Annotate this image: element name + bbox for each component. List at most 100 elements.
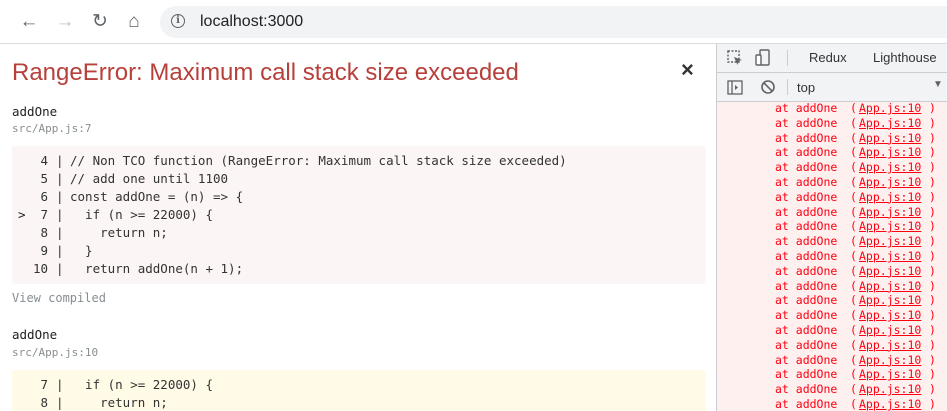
stack-frame-text: at addOne: [775, 308, 838, 323]
paren-open: (: [850, 396, 857, 411]
source-link[interactable]: App.js:10: [859, 293, 921, 308]
frame-location[interactable]: src/App.js:7: [12, 122, 91, 135]
source-link[interactable]: App.js:10: [859, 219, 921, 234]
source-link[interactable]: App.js:10: [859, 190, 921, 205]
source-link[interactable]: App.js:10: [859, 102, 921, 116]
console-error-line: at addOne (App.js:10): [717, 190, 947, 205]
source-link[interactable]: App.js:10: [859, 175, 921, 190]
stack-frame-text: at addOne: [775, 352, 838, 367]
code-text: }: [70, 243, 93, 258]
console-error-line: at addOne (App.js:10): [717, 116, 947, 131]
tab-redux[interactable]: Redux: [809, 50, 847, 65]
line-number: 8: [40, 395, 48, 410]
current-line-marker: >: [18, 207, 26, 222]
paren-close: ): [929, 204, 936, 219]
source-link[interactable]: App.js:10: [859, 160, 921, 175]
line-number: 9: [40, 243, 48, 258]
code-text: // add one until 1100: [70, 171, 229, 186]
paren-close: ): [929, 263, 936, 278]
paren-open: (: [850, 367, 857, 382]
source-link[interactable]: App.js:10: [859, 205, 921, 220]
view-compiled-link[interactable]: View compiled: [12, 291, 106, 305]
paren-close: ): [929, 219, 936, 234]
toolbar-separator: [787, 79, 788, 95]
source-link[interactable]: App.js:10: [859, 367, 921, 382]
paren-open: (: [850, 102, 857, 115]
console-toolbar: top ▼: [717, 73, 947, 102]
code-line: >7 | if (n >= 22000) {: [12, 206, 706, 224]
source-link[interactable]: App.js:10: [859, 234, 921, 249]
paren-open: (: [850, 278, 857, 293]
device-toolbar-icon[interactable]: [755, 49, 773, 67]
source-link[interactable]: App.js:10: [859, 145, 921, 160]
paren-open: (: [850, 263, 857, 278]
console-error-line: at addOne (App.js:10): [717, 175, 947, 190]
inspect-element-icon[interactable]: [727, 50, 744, 67]
source-link[interactable]: App.js:10: [859, 338, 921, 353]
clear-console-icon[interactable]: [760, 79, 776, 95]
code-snippet: 4 | // Non TCO function (RangeError: Maxim…: [12, 146, 706, 284]
source-link[interactable]: App.js:10: [859, 279, 921, 294]
stack-frame-text: at addOne: [775, 382, 838, 397]
frame-location[interactable]: src/App.js:10: [12, 346, 98, 359]
reload-button[interactable]: ↻: [87, 9, 113, 35]
source-link[interactable]: App.js:10: [859, 323, 921, 338]
source-link[interactable]: App.js:10: [859, 116, 921, 131]
source-link[interactable]: App.js:10: [859, 382, 921, 397]
paren-close: ): [929, 160, 936, 175]
console-error-line: at addOne (App.js:10): [717, 160, 947, 175]
console-error-line: at addOne (App.js:10): [717, 308, 947, 323]
code-line: 4 | // Non TCO function (RangeError: Maxim…: [12, 152, 706, 170]
gutter-separator: |: [56, 377, 64, 392]
console-error-line: at addOne (App.js:10): [717, 102, 947, 116]
paren-close: ): [929, 234, 936, 249]
code-text: if (n >= 22000) {: [70, 207, 213, 222]
gutter-separator: |: [56, 171, 64, 186]
source-link[interactable]: App.js:10: [859, 131, 921, 146]
paren-close: ): [929, 396, 936, 411]
context-selector[interactable]: top: [797, 80, 815, 95]
source-link[interactable]: App.js:10: [859, 308, 921, 323]
paren-open: (: [850, 189, 857, 204]
stack-frame-text: at addOne: [775, 293, 838, 308]
console-error-line: at addOne (App.js:10): [717, 367, 947, 382]
stack-frame-text: at addOne: [775, 396, 838, 411]
paren-close: ): [929, 308, 936, 323]
paren-open: (: [850, 293, 857, 308]
forward-button[interactable]: →: [52, 9, 78, 35]
paren-open: (: [850, 248, 857, 263]
code-text: if (n >= 22000) {: [70, 377, 213, 392]
console-error-line: at addOne (App.js:10): [717, 323, 947, 338]
tab-lighthouse[interactable]: Lighthouse: [873, 50, 937, 65]
source-link[interactable]: App.js:10: [859, 264, 921, 279]
frame-function-name: addOne: [12, 327, 58, 342]
paren-close: ): [929, 115, 936, 130]
address-bar[interactable]: i localhost:3000: [160, 6, 947, 38]
chevron-down-icon[interactable]: ▼: [933, 79, 943, 90]
console-error-line: at addOne (App.js:10): [717, 131, 947, 146]
source-link[interactable]: App.js:10: [859, 397, 921, 411]
close-icon[interactable]: ×: [681, 58, 694, 82]
console-error-line: at addOne (App.js:10): [717, 279, 947, 294]
line-number: 6: [40, 189, 48, 204]
paren-close: ): [929, 102, 936, 115]
stack-frame-text: at addOne: [775, 130, 838, 145]
stack-frame-text: at addOne: [775, 204, 838, 219]
back-button[interactable]: ←: [16, 9, 42, 35]
paren-close: ): [929, 130, 936, 145]
paren-close: ): [929, 352, 936, 367]
code-text: const addOne = (n) => {: [70, 189, 244, 204]
url-text[interactable]: localhost:3000: [200, 13, 303, 31]
console-error-line: at addOne (App.js:10): [717, 219, 947, 234]
line-number: 7: [40, 207, 48, 222]
source-link[interactable]: App.js:10: [859, 249, 921, 264]
home-button[interactable]: ⌂: [121, 9, 147, 35]
paren-open: (: [850, 174, 857, 189]
gutter-separator: |: [56, 207, 64, 222]
info-icon[interactable]: i: [171, 14, 185, 28]
source-link[interactable]: App.js:10: [859, 353, 921, 368]
paren-open: (: [850, 115, 857, 130]
line-number: 4: [40, 153, 48, 168]
sidebar-toggle-icon[interactable]: [727, 80, 743, 95]
paren-open: (: [850, 382, 857, 397]
